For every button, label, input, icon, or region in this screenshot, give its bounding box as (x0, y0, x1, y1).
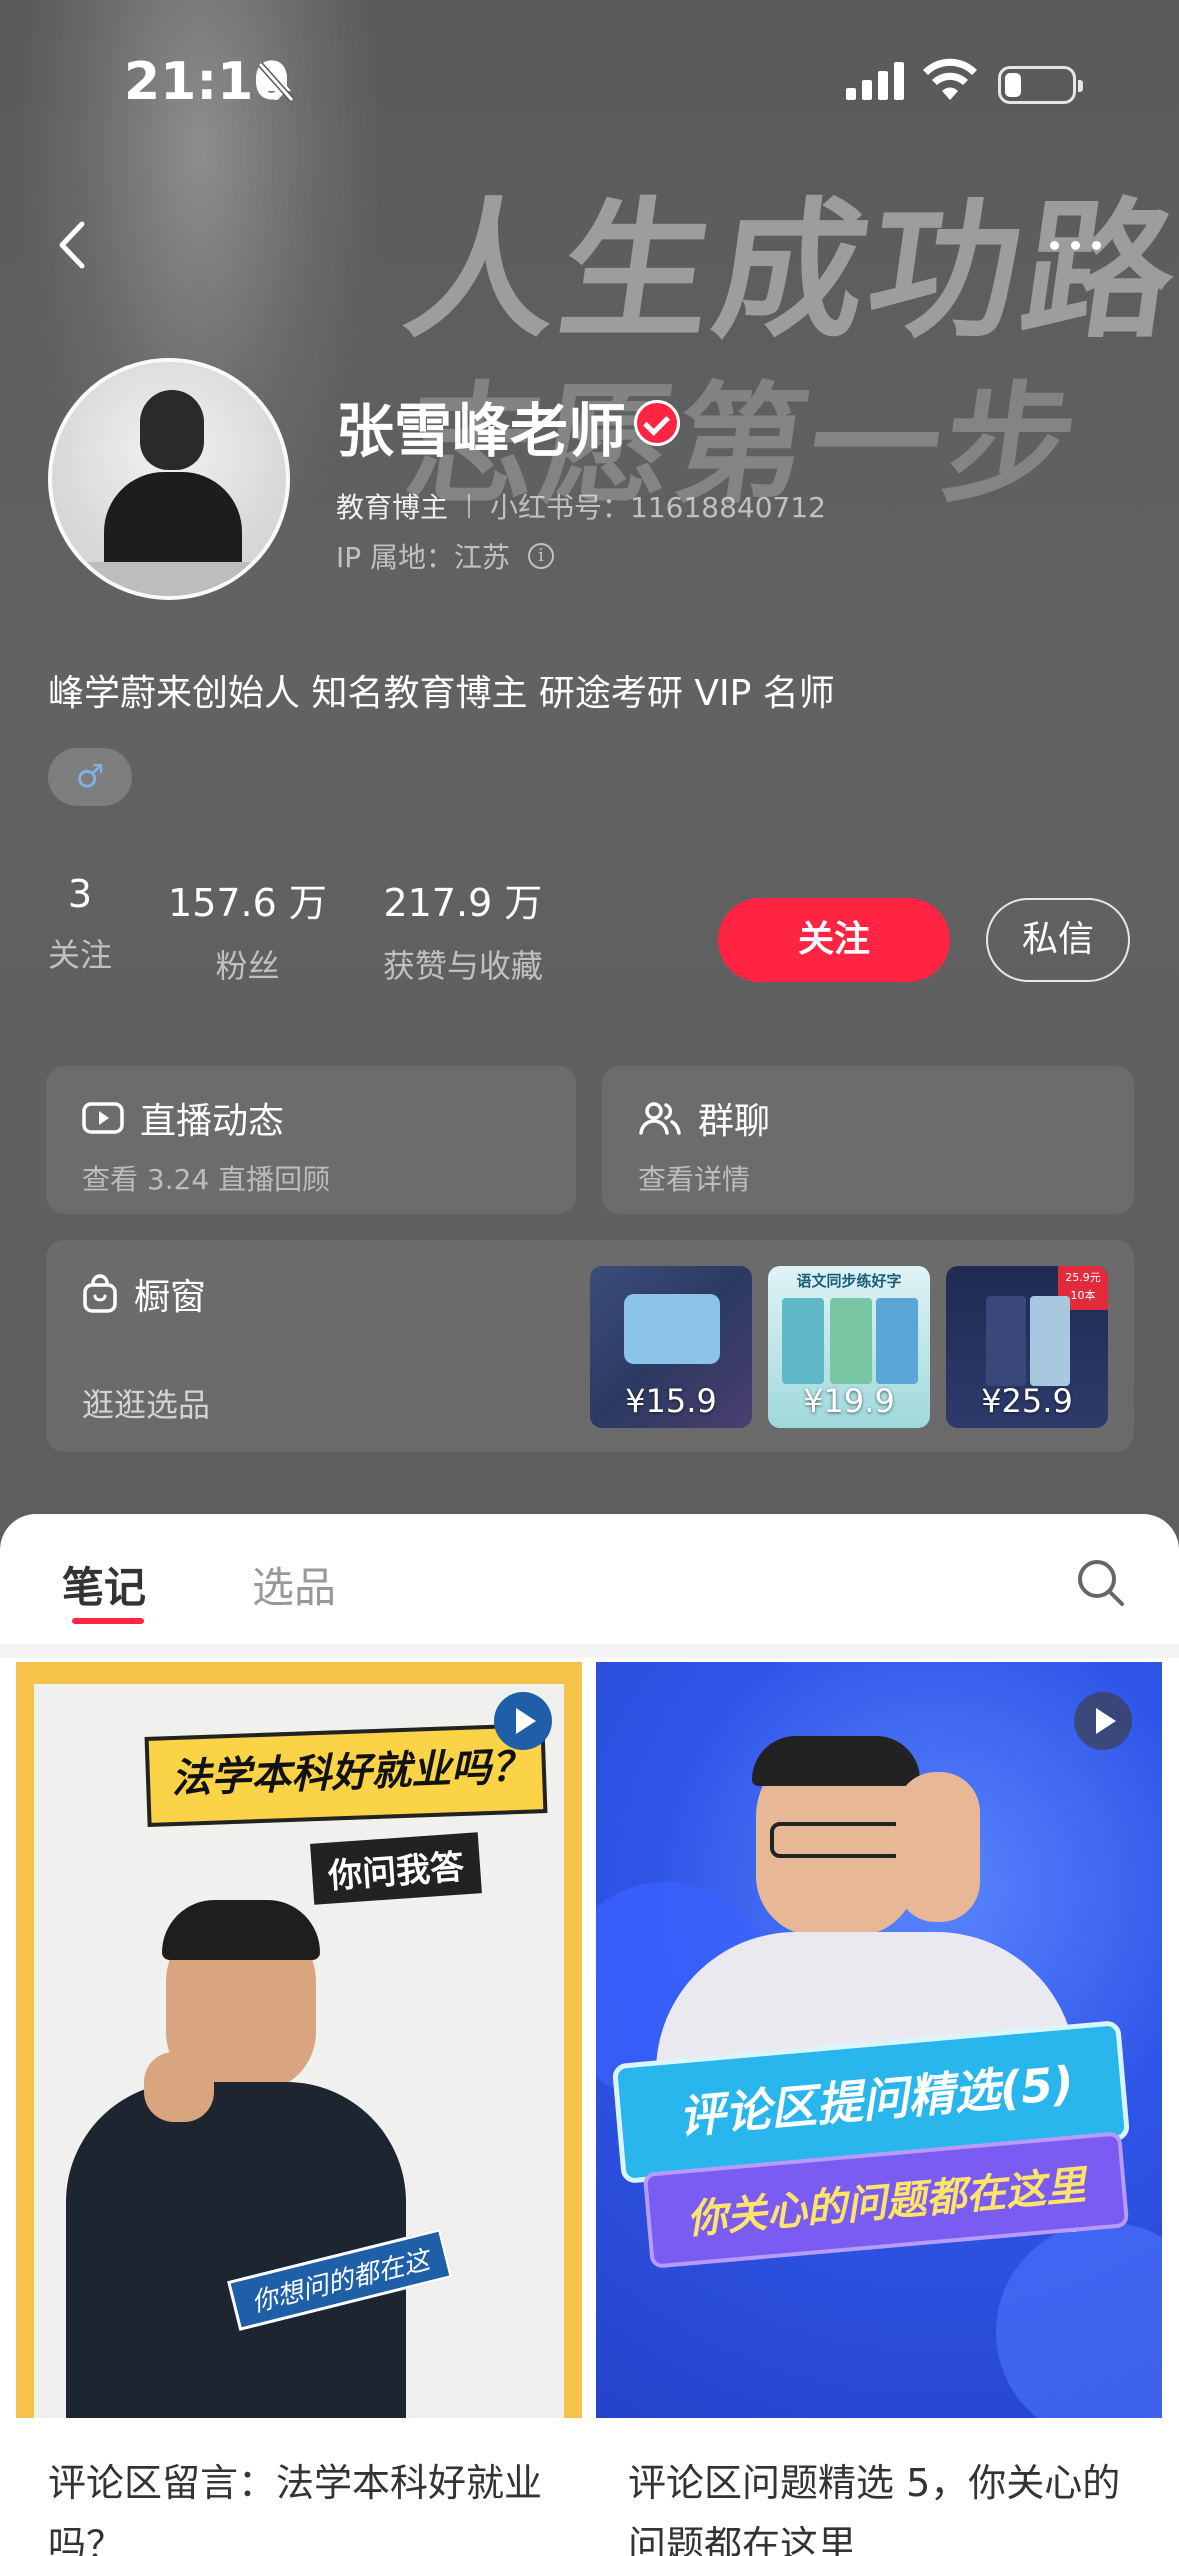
note-card[interactable]: 评论区提问精选(5) 你关心的问题都在这里 评论区问题精选 5，你关心的问题都在… (596, 1662, 1162, 2556)
live-video-icon (82, 1102, 124, 1134)
note-caption: 评论区留言：法学本科好就业吗？ (48, 2461, 543, 2556)
live-card-title-row: 直播动态 (82, 1092, 284, 1144)
group-card-title: 群聊 (698, 1101, 771, 1142)
bell-off-icon (257, 62, 295, 102)
stat-value: 217.9 万 (383, 881, 543, 925)
meta-divider (468, 494, 471, 518)
shop-card-subtitle: 逛逛选品 (82, 1386, 211, 1424)
stat-label: 关注 (48, 936, 113, 974)
profile-header: 人生成功路 志愿第一步 21:10 张雪峰老师 教育博主 小红书号：116188… (0, 0, 1179, 1560)
stat-likes-collections[interactable]: 217.9 万 获赞与收藏 (383, 872, 543, 987)
status-bar: 21:10 (0, 0, 1179, 140)
stat-value: 157.6 万 (168, 881, 327, 925)
info-icon[interactable]: i (528, 543, 555, 569)
live-card-subtitle: 查看 3.24 直播回顾 (82, 1163, 331, 1196)
stat-label: 粉丝 (215, 947, 280, 985)
live-card-title: 直播动态 (140, 1101, 285, 1142)
shopping-bag-icon (83, 1274, 117, 1313)
shop-item-book-label: 语文同步练好字 (796, 1272, 902, 1290)
stat-followers[interactable]: 157.6 万 粉丝 (168, 872, 327, 987)
ip-location: IP 属地：江苏 (336, 541, 511, 574)
group-users-icon (639, 1102, 681, 1135)
shop-item[interactable]: ¥15.9 (590, 1266, 752, 1428)
shop-card-title-row: 橱窗 (82, 1268, 206, 1320)
note-cover[interactable]: 评论区提问精选(5) 你关心的问题都在这里 (596, 1662, 1162, 2418)
profile-category: 教育博主 (336, 491, 449, 524)
content-sheet: 笔记 选品 法学本科好就业吗？ 你问我答 你想问的都在这 评论区留言：法学本科好… (0, 1514, 1179, 2556)
tab-indicator (72, 1618, 144, 1624)
verified-badge-icon (634, 400, 680, 446)
video-play-icon (1074, 1692, 1132, 1750)
search-icon[interactable] (1074, 1556, 1126, 1608)
sheet-divider (0, 1644, 1179, 1658)
ip-location-row[interactable]: IP 属地：江苏 i (336, 536, 555, 576)
stat-value: 3 (67, 872, 93, 916)
video-play-icon (494, 1692, 552, 1750)
tab-products[interactable]: 选品 (252, 1554, 336, 1615)
shop-item-image (624, 1294, 720, 1364)
redbook-id[interactable]: 小红书号：11618840712 (490, 486, 826, 526)
profile-meta: 教育博主 小红书号：11618840712 (336, 486, 826, 526)
note-cover[interactable]: 法学本科好就业吗？ 你问我答 你想问的都在这 (16, 1662, 582, 2418)
follow-button[interactable]: 关注 (718, 898, 950, 982)
shop-item-price: ¥15.9 (625, 1382, 717, 1420)
cellular-signal-icon (846, 62, 904, 100)
tab-notes[interactable]: 笔记 (62, 1554, 146, 1615)
live-card[interactable]: 直播动态 查看 3.24 直播回顾 (46, 1066, 576, 1214)
group-chat-card[interactable]: 群聊 查看详情 (602, 1066, 1134, 1214)
group-card-subtitle: 查看详情 (638, 1163, 751, 1196)
shop-item[interactable]: 25.9元 10本 ¥25.9 (946, 1266, 1108, 1428)
battery-icon (998, 66, 1083, 104)
shop-item[interactable]: 语文同步练好字 ¥19.9 (768, 1266, 930, 1428)
stat-following[interactable]: 3 关注 (48, 872, 112, 987)
stat-label: 获赞与收藏 (382, 947, 543, 985)
note-cover-subtitle: 你问我答 (310, 1832, 482, 1905)
more-options-icon[interactable] (1050, 220, 1130, 270)
back-arrow-icon[interactable] (40, 210, 110, 280)
shop-item-price: ¥19.9 (803, 1382, 895, 1420)
shop-card-title: 橱窗 (134, 1277, 207, 1318)
message-button[interactable]: 私信 (986, 898, 1130, 982)
group-card-title-row: 群聊 (638, 1092, 770, 1144)
avatar[interactable] (48, 358, 290, 600)
profile-name: 张雪峰老师 (336, 397, 627, 465)
profile-bio: 峰学蔚来创始人 知名教育博主 研途考研 VIP 名师 (48, 673, 835, 714)
profile-stats: 3 关注 157.6 万 粉丝 217.9 万 获赞与收藏 (48, 872, 599, 987)
note-caption: 评论区问题精选 5，你关心的问题都在这里 (628, 2461, 1121, 2556)
gender-male-icon: ♂ (48, 748, 132, 806)
shop-window-card[interactable]: 橱窗 逛逛选品 ¥15.9 语文同步练好字 ¥19.9 25.9元 10本 ¥2… (46, 1240, 1134, 1452)
wifi-icon (923, 58, 977, 100)
shop-item-price: ¥25.9 (981, 1382, 1073, 1420)
note-card[interactable]: 法学本科好就业吗？ 你问我答 你想问的都在这 评论区留言：法学本科好就业吗？ (16, 1662, 582, 2556)
